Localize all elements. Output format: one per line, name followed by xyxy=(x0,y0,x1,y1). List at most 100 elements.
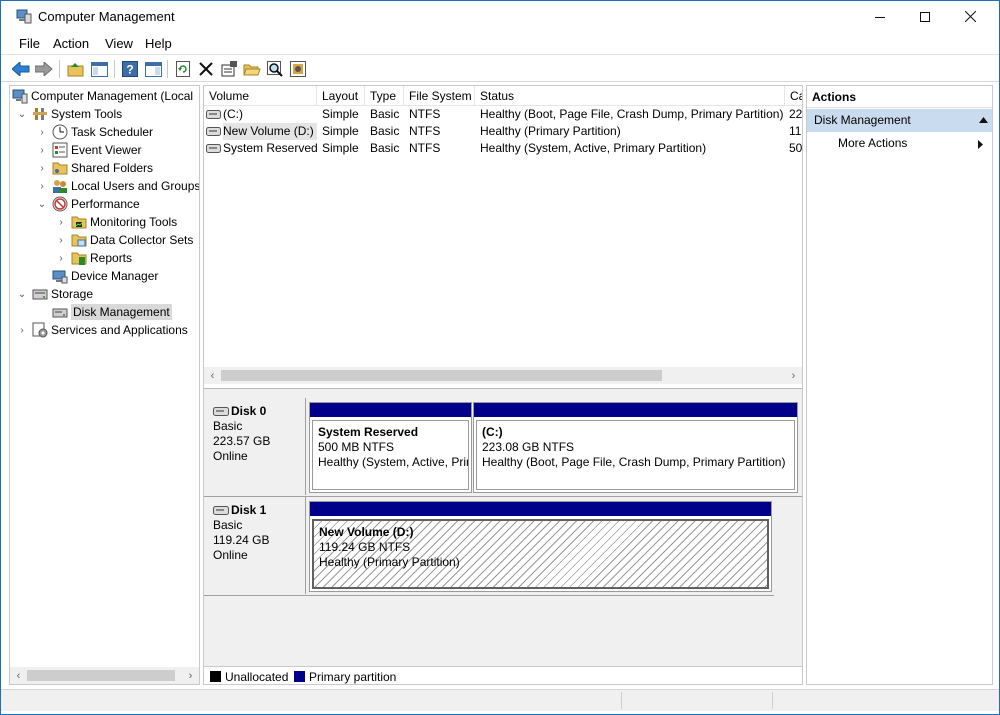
column-header-type[interactable]: Type xyxy=(365,86,404,106)
disk-properties-button[interactable] xyxy=(288,59,308,79)
refresh-button[interactable] xyxy=(173,59,193,79)
properties-button[interactable] xyxy=(219,59,239,79)
tree-item-data-collector-sets[interactable]: › Data Collector Sets xyxy=(55,231,193,249)
chevron-down-icon[interactable]: ⌄ xyxy=(16,288,28,300)
chevron-down-icon[interactable]: ⌄ xyxy=(36,198,48,210)
close-button[interactable] xyxy=(947,1,993,32)
maximize-button[interactable] xyxy=(902,1,948,32)
scroll-left-icon[interactable]: ‹ xyxy=(204,367,221,384)
partition-details: (C:) 223.08 GB NTFS Healthy (Boot, Page … xyxy=(476,420,795,490)
tree-item-storage[interactable]: ⌄ Storage xyxy=(16,285,93,303)
volume-row[interactable]: System Reserved Simple Basic NTFS Health… xyxy=(204,140,802,157)
scroll-right-icon[interactable]: › xyxy=(182,667,199,684)
disk-name: Disk 0 xyxy=(231,404,267,418)
toolbar-separator xyxy=(167,60,168,78)
chevron-right-icon[interactable]: › xyxy=(36,126,48,138)
show-hide-action-pane-button[interactable] xyxy=(143,59,163,79)
disk-icon xyxy=(213,407,229,416)
disk-state: Online xyxy=(213,449,248,463)
menu-view[interactable]: View xyxy=(105,36,133,51)
primary-partition-bar xyxy=(310,403,471,417)
chevron-right-icon[interactable]: › xyxy=(55,234,67,246)
chevron-down-icon[interactable]: ⌄ xyxy=(16,108,28,120)
more-actions-item[interactable]: More Actions xyxy=(838,136,907,150)
volume-icon xyxy=(206,127,221,136)
chevron-right-icon[interactable]: › xyxy=(36,162,48,174)
column-header-layout[interactable]: Layout xyxy=(317,86,365,106)
column-header-volume[interactable]: Volume xyxy=(204,86,317,106)
tree-item-disk-management[interactable]: Disk Management xyxy=(52,303,172,321)
open-folder-icon xyxy=(243,64,261,75)
tree-item-system-tools[interactable]: ⌄ System Tools xyxy=(16,105,122,123)
tree-item-computer-management[interactable]: Computer Management (Local xyxy=(12,87,193,105)
volume-layout: Simple xyxy=(322,141,359,155)
system-tools-icon xyxy=(33,108,47,120)
shared-folder-icon xyxy=(52,162,68,175)
tree-label: Event Viewer xyxy=(71,143,142,157)
volume-name: System Reserved xyxy=(223,141,317,155)
chevron-right-icon[interactable]: › xyxy=(55,216,67,228)
volume-icon xyxy=(206,144,221,153)
chevron-right-icon[interactable]: › xyxy=(16,324,28,336)
up-one-level-button[interactable] xyxy=(65,59,85,79)
disk-name-row: Disk 1 xyxy=(213,503,305,518)
menu-help[interactable]: Help xyxy=(145,36,172,51)
tree-item-shared-folders[interactable]: › Shared Folders xyxy=(36,159,153,177)
volume-row[interactable]: (C:) Simple Basic NTFS Healthy (Boot, Pa… xyxy=(204,106,802,123)
partition-name: System Reserved xyxy=(318,425,419,439)
unallocated-label: Unallocated xyxy=(225,670,289,684)
find-button[interactable] xyxy=(265,59,285,79)
tree-item-services-applications[interactable]: › Services and Applications xyxy=(16,321,188,339)
volume-status: Healthy (Primary Partition) xyxy=(480,124,621,138)
menu-action[interactable]: Action xyxy=(53,36,89,51)
column-header-capacity[interactable]: Ca xyxy=(785,86,802,106)
tree-item-event-viewer[interactable]: › Event Viewer xyxy=(36,141,141,159)
open-button[interactable] xyxy=(242,59,262,79)
volume-status: Healthy (Boot, Page File, Crash Dump, Pr… xyxy=(480,107,784,121)
title-bar[interactable]: Computer Management xyxy=(1,1,999,32)
disk-0-label[interactable]: Disk 0 Basic 223.57 GB Online xyxy=(204,398,306,495)
forward-button[interactable] xyxy=(34,59,54,79)
scrollbar-thumb[interactable] xyxy=(27,670,175,681)
scroll-right-icon[interactable]: › xyxy=(785,367,802,384)
volume-status: Healthy (System, Active, Primary Partiti… xyxy=(480,141,707,155)
column-header-status[interactable]: Status xyxy=(475,86,785,106)
tree-horizontal-scrollbar[interactable]: ‹ › xyxy=(10,667,199,684)
search-icon xyxy=(266,61,283,77)
partition-status: Healthy (System, Active, Primary Partiti… xyxy=(318,455,468,469)
tree-item-monitoring-tools[interactable]: › Monitoring Tools xyxy=(55,213,177,231)
volume-name: New Volume (D:) xyxy=(223,123,317,140)
delete-icon xyxy=(199,62,213,76)
partition-c-drive[interactable]: (C:) 223.08 GB NTFS Healthy (Boot, Page … xyxy=(473,402,798,493)
tree-item-device-manager[interactable]: Device Manager xyxy=(52,267,158,285)
scroll-left-icon[interactable]: ‹ xyxy=(10,667,27,684)
tree-item-performance[interactable]: ⌄ Performance xyxy=(36,195,140,213)
chevron-right-icon[interactable]: › xyxy=(55,252,67,264)
delete-button[interactable] xyxy=(196,59,216,79)
scrollbar-thumb[interactable] xyxy=(221,370,662,381)
back-button[interactable] xyxy=(11,59,31,79)
chevron-right-icon[interactable]: › xyxy=(36,144,48,156)
column-header-file-system[interactable]: File System xyxy=(404,86,475,106)
tree-item-task-scheduler[interactable]: › Task Scheduler xyxy=(36,123,153,141)
chevron-right-icon[interactable]: › xyxy=(36,180,48,192)
tree-item-local-users-groups[interactable]: › Local Users and Groups xyxy=(36,177,199,195)
collapse-up-icon[interactable] xyxy=(979,117,988,123)
actions-section-disk-management[interactable]: Disk Management xyxy=(807,109,992,132)
users-icon xyxy=(53,180,67,193)
volume-row[interactable]: New Volume (D:) Simple Basic NTFS Health… xyxy=(204,123,802,140)
disk-management-icon xyxy=(52,308,68,318)
menu-file[interactable]: File xyxy=(19,36,40,51)
tree-label: Monitoring Tools xyxy=(90,215,178,229)
partition-system-reserved[interactable]: System Reserved 500 MB NTFS Healthy (Sys… xyxy=(309,402,472,493)
show-hide-console-tree-button[interactable] xyxy=(89,59,109,79)
close-icon xyxy=(964,11,976,22)
partition-d-drive[interactable]: New Volume (D:) 119.24 GB NTFS Healthy (… xyxy=(309,501,772,592)
unallocated-swatch xyxy=(210,671,221,682)
properties-icon xyxy=(221,61,237,77)
disk-1-label[interactable]: Disk 1 Basic 119.24 GB Online xyxy=(204,497,306,594)
tree-item-reports[interactable]: › Reports xyxy=(55,249,132,267)
help-button[interactable]: ? xyxy=(120,59,140,79)
minimize-button[interactable] xyxy=(857,1,903,32)
volume-list-horizontal-scrollbar[interactable]: ‹ › xyxy=(204,367,802,384)
